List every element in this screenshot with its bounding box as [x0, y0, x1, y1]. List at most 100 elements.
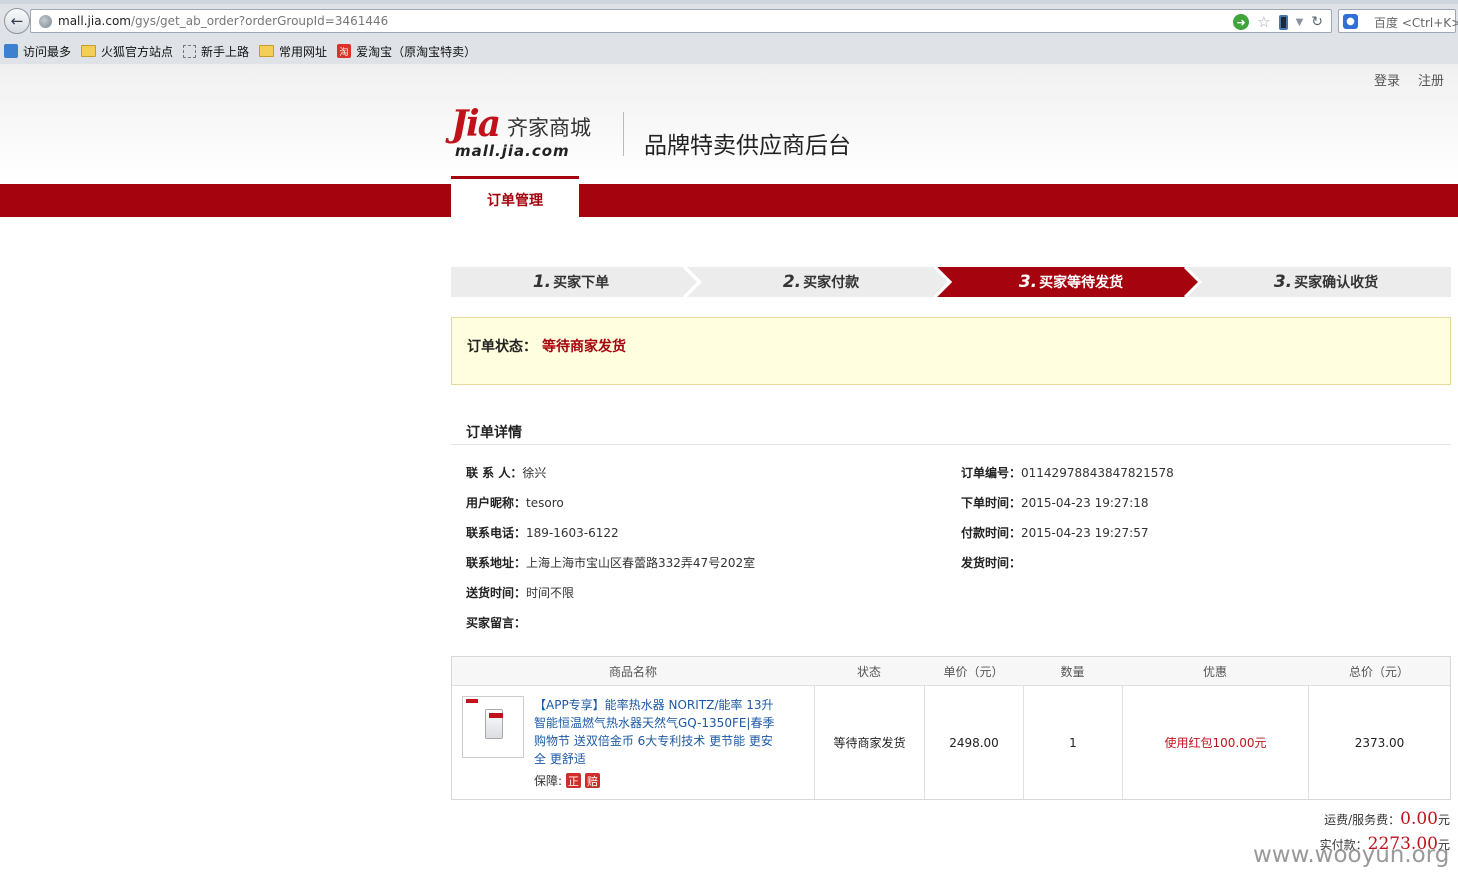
product-name-link[interactable]: 【APP专享】能率热水器 NORITZ/能率 13升智能恒温燃气热水器天然气GQ…	[534, 696, 784, 768]
order-status-value: 等待商家发货	[542, 339, 626, 355]
compensation-badge[interactable]: 赔	[585, 773, 601, 788]
order-detail-title: 订单详情	[466, 425, 522, 441]
contact-row: 联 系 人：徐兴	[466, 464, 546, 481]
step-await-shipping: 3. 买家等待发货	[951, 267, 1191, 297]
order-time-value: 2015-04-23 19:27:18	[1021, 496, 1149, 510]
genuine-badge[interactable]: 正	[566, 773, 582, 788]
guarantee-label: 保障:	[534, 774, 563, 788]
go-arrow-icon[interactable]: ➜	[1233, 14, 1250, 30]
site-title: 品牌特卖供应商后台	[644, 133, 851, 159]
phone-label: 联系电话：	[466, 526, 527, 540]
nickname-label: 用户昵称：	[466, 496, 527, 510]
delivery-time-label: 送货时间：	[466, 586, 527, 600]
step-label: 买家付款	[803, 275, 860, 291]
pay-time-label: 付款时间：	[961, 526, 1022, 540]
bookmark-label: 访问最多	[23, 44, 72, 59]
main-navbar	[0, 184, 1458, 217]
wooyun-watermark: www.wooyun.org	[1253, 842, 1450, 868]
order-status-box: 订单状态： 等待商家发货	[451, 317, 1451, 385]
bookmark-label: 常用网址	[279, 44, 328, 59]
logo-jia-text: Jia	[451, 103, 501, 145]
order-number-value: 01142978843847821578	[1021, 466, 1174, 480]
back-arrow-icon: ←	[10, 12, 24, 30]
step-buyer-order: 1. 买家下单	[451, 267, 691, 297]
address-bar[interactable]: mall.jia.com/gys/get_ab_order?orderGroup…	[30, 9, 1332, 33]
step-number: 2.	[782, 272, 802, 292]
step-number: 1.	[532, 272, 552, 292]
page-content: 登录 注册 Jia 齐家商城 mall.jia.com 品牌特卖供应商后台 订单…	[0, 64, 1458, 885]
step-number: 3.	[1273, 272, 1293, 292]
water-heater-image	[485, 709, 503, 739]
step-confirm-receipt: 3. 买家确认收货	[1201, 267, 1451, 297]
step-buyer-pay: 2. 买家付款	[701, 267, 941, 297]
table-row: 【APP专享】能率热水器 NORITZ/能率 13升智能恒温燃气热水器天然气GQ…	[452, 686, 814, 799]
mobile-icon[interactable]	[1278, 14, 1288, 30]
shipping-fee: 运费/服务费：0.00元	[1324, 809, 1450, 829]
contact-label: 联 系 人：	[466, 466, 523, 480]
order-items-table: 商品名称 状态 单价（元） 数量 优惠 总价（元） 【APP专享】能率热水器 N…	[451, 656, 1451, 800]
header-background	[0, 64, 1458, 184]
top-links: 登录 注册	[1374, 70, 1444, 89]
bookmark-label: 火狐官方站点	[101, 44, 174, 59]
bookmark-firefox-site[interactable]: 火狐官方站点	[81, 43, 173, 60]
url-host: mall.jia.com	[58, 14, 131, 28]
shipping-fee-label: 运费/服务费：	[1324, 813, 1401, 827]
shipping-fee-unit: 元	[1437, 813, 1450, 827]
col-header-discount: 优惠	[1202, 665, 1227, 679]
bookmark-getting-started[interactable]: 新手上路	[183, 43, 249, 60]
step-label: 买家下单	[553, 275, 610, 291]
bookmark-label: 爱淘宝（原淘宝特卖）	[356, 44, 477, 59]
product-image[interactable]	[462, 696, 524, 758]
tab-order-management[interactable]: 订单管理	[451, 176, 579, 220]
search-input[interactable]: 百度 <Ctrl+K>	[1374, 14, 1458, 31]
col-header-status: 状态	[856, 665, 881, 679]
url-path: /gys/get_ab_order?orderGroupId=3461446	[131, 14, 389, 28]
order-time-row: 下单时间：2015-04-23 19:27:18	[961, 494, 1148, 511]
folder-icon	[81, 45, 97, 57]
page-icon	[183, 44, 197, 58]
bookmark-taobao[interactable]: 淘爱淘宝（原淘宝特卖）	[337, 43, 476, 60]
logo-chinese-text: 齐家商城	[507, 116, 591, 140]
order-progress-steps: 1. 买家下单 2. 买家付款 3. 买家等待发货 3. 买家确认收货	[451, 267, 1451, 297]
col-header-total: 总价（元）	[1348, 665, 1409, 679]
order-number-row: 订单编号：01142978843847821578	[961, 464, 1174, 481]
row-status: 等待商家发货	[814, 686, 924, 799]
delivery-time-row: 送货时间：时间不限	[466, 584, 574, 601]
bookmark-common-sites[interactable]: 常用网址	[259, 43, 327, 60]
url-text[interactable]: mall.jia.com/gys/get_ab_order?orderGroup…	[58, 14, 388, 28]
ship-time-label: 发货时间：	[961, 556, 1022, 570]
address-row: 联系地址：上海上海市宝山区春蕾路332弄47号202室	[466, 554, 755, 571]
baidu-paw-icon[interactable]: ●	[1343, 14, 1358, 29]
phone-row: 联系电话：189-1603-6122	[466, 524, 619, 541]
bookmarks-toolbar: 访问最多 火狐官方站点 新手上路 常用网址 淘爱淘宝（原淘宝特卖）	[0, 38, 1458, 64]
col-header-price: 单价（元）	[943, 665, 1004, 679]
ship-time-row: 发货时间：	[961, 554, 1021, 571]
folder-icon	[259, 45, 275, 57]
contact-value: 徐兴	[522, 466, 547, 480]
buyer-message-label: 买家留言：	[466, 616, 527, 630]
login-link[interactable]: 登录	[1374, 70, 1400, 89]
taobao-icon: 淘	[337, 44, 352, 58]
buyer-message-row: 买家留言：	[466, 614, 526, 631]
site-logo[interactable]: Jia 齐家商城 mall.jia.com	[451, 104, 599, 162]
guarantee-badges: 保障: 正 赔	[534, 772, 601, 789]
step-label: 买家确认收货	[1294, 275, 1379, 291]
site-identity-icon[interactable]	[39, 15, 52, 28]
row-discount: 使用红包100.00元	[1122, 686, 1308, 799]
browser-chrome: ← mall.jia.com/gys/get_ab_order?orderGro…	[0, 0, 1458, 64]
most-visited-icon	[4, 44, 18, 58]
bookmark-label: 新手上路	[201, 44, 250, 59]
table-header-row: 商品名称 状态 单价（元） 数量 优惠 总价（元）	[452, 657, 1450, 686]
bookmark-most-visited[interactable]: 访问最多	[4, 43, 71, 60]
reload-icon[interactable]: ↻	[1311, 14, 1323, 30]
back-button[interactable]: ←	[4, 8, 30, 34]
step-label: 买家等待发货	[1039, 275, 1124, 291]
row-total: 2373.00	[1308, 686, 1450, 799]
search-bar[interactable]: ● 百度 <Ctrl+K>	[1338, 9, 1458, 33]
nickname-value: tesoro	[526, 496, 564, 510]
register-link[interactable]: 注册	[1418, 70, 1444, 89]
row-price: 2498.00	[924, 686, 1023, 799]
bookmark-star-icon[interactable]: ☆	[1257, 14, 1270, 30]
history-dropdown-icon[interactable]: ▼	[1296, 17, 1304, 28]
order-status-label: 订单状态：	[467, 339, 537, 355]
